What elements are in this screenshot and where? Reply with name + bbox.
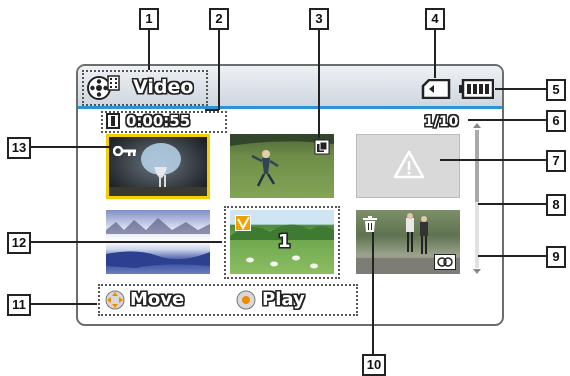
leader-13: [31, 146, 113, 148]
callout-10: 10: [362, 354, 386, 376]
scrollbar-thumb[interactable]: [475, 130, 479, 202]
protect-key-icon: [112, 143, 137, 157]
callout-3: 3: [309, 8, 329, 30]
film-icon: [106, 113, 120, 129]
duration-text: 0:00:55: [126, 112, 191, 130]
leader-12: [31, 241, 222, 243]
leader-1: [148, 30, 150, 70]
memory-card-icon: [421, 78, 451, 100]
callout-8: 8: [546, 194, 566, 216]
file-counter: 1/10: [424, 114, 459, 130]
callout-2: 2: [209, 8, 229, 30]
face-icon: [434, 254, 456, 270]
callout-13: 13: [7, 137, 31, 159]
callout-11: 11: [7, 294, 31, 316]
leader-5: [495, 88, 546, 90]
callout-12: 12: [7, 232, 31, 254]
scrollbar-down-arrow[interactable]: [473, 269, 481, 274]
top-divider: [78, 106, 502, 109]
play-button-icon: [236, 290, 256, 310]
mode-label: Video: [133, 76, 194, 98]
leader-7: [440, 159, 546, 161]
leader-2: [218, 30, 220, 110]
leader-4: [434, 30, 436, 78]
move-dpad-icon: [105, 290, 125, 310]
callout-9: 9: [546, 246, 566, 268]
leader-9: [478, 255, 546, 257]
leader-6: [468, 119, 546, 121]
battery-icon: [458, 78, 495, 100]
print-count: 1: [278, 231, 291, 252]
video-mode-icon: [87, 73, 121, 101]
callout-4: 4: [425, 8, 445, 30]
move-label: Move: [130, 289, 185, 310]
lcd-screen: Video 0:00:55 1/10 1 Move Play: [76, 64, 504, 326]
leader-11: [31, 303, 97, 305]
leader-10: [372, 232, 374, 354]
scrollbar-up-arrow[interactable]: [473, 123, 481, 128]
callout-6: 6: [546, 110, 566, 132]
thumb-damaged-file[interactable]: [356, 134, 460, 198]
leader-8: [478, 203, 546, 205]
leader-2b: [205, 109, 219, 111]
callout-1: 1: [139, 8, 159, 30]
callout-7: 7: [546, 150, 566, 172]
play-label: Play: [262, 289, 305, 310]
check-icon: [235, 215, 251, 231]
thumb-field-players[interactable]: [230, 134, 334, 198]
copy-icon: [314, 139, 330, 155]
callout-5: 5: [546, 79, 566, 101]
leader-3: [318, 30, 320, 138]
warning-icon: [393, 149, 425, 181]
trash-icon: [362, 215, 378, 233]
thumb-meadow-sheep[interactable]: 1: [230, 210, 334, 274]
thumb-umbrella-girl[interactable]: [106, 134, 210, 199]
scrollbar[interactable]: [473, 123, 481, 274]
